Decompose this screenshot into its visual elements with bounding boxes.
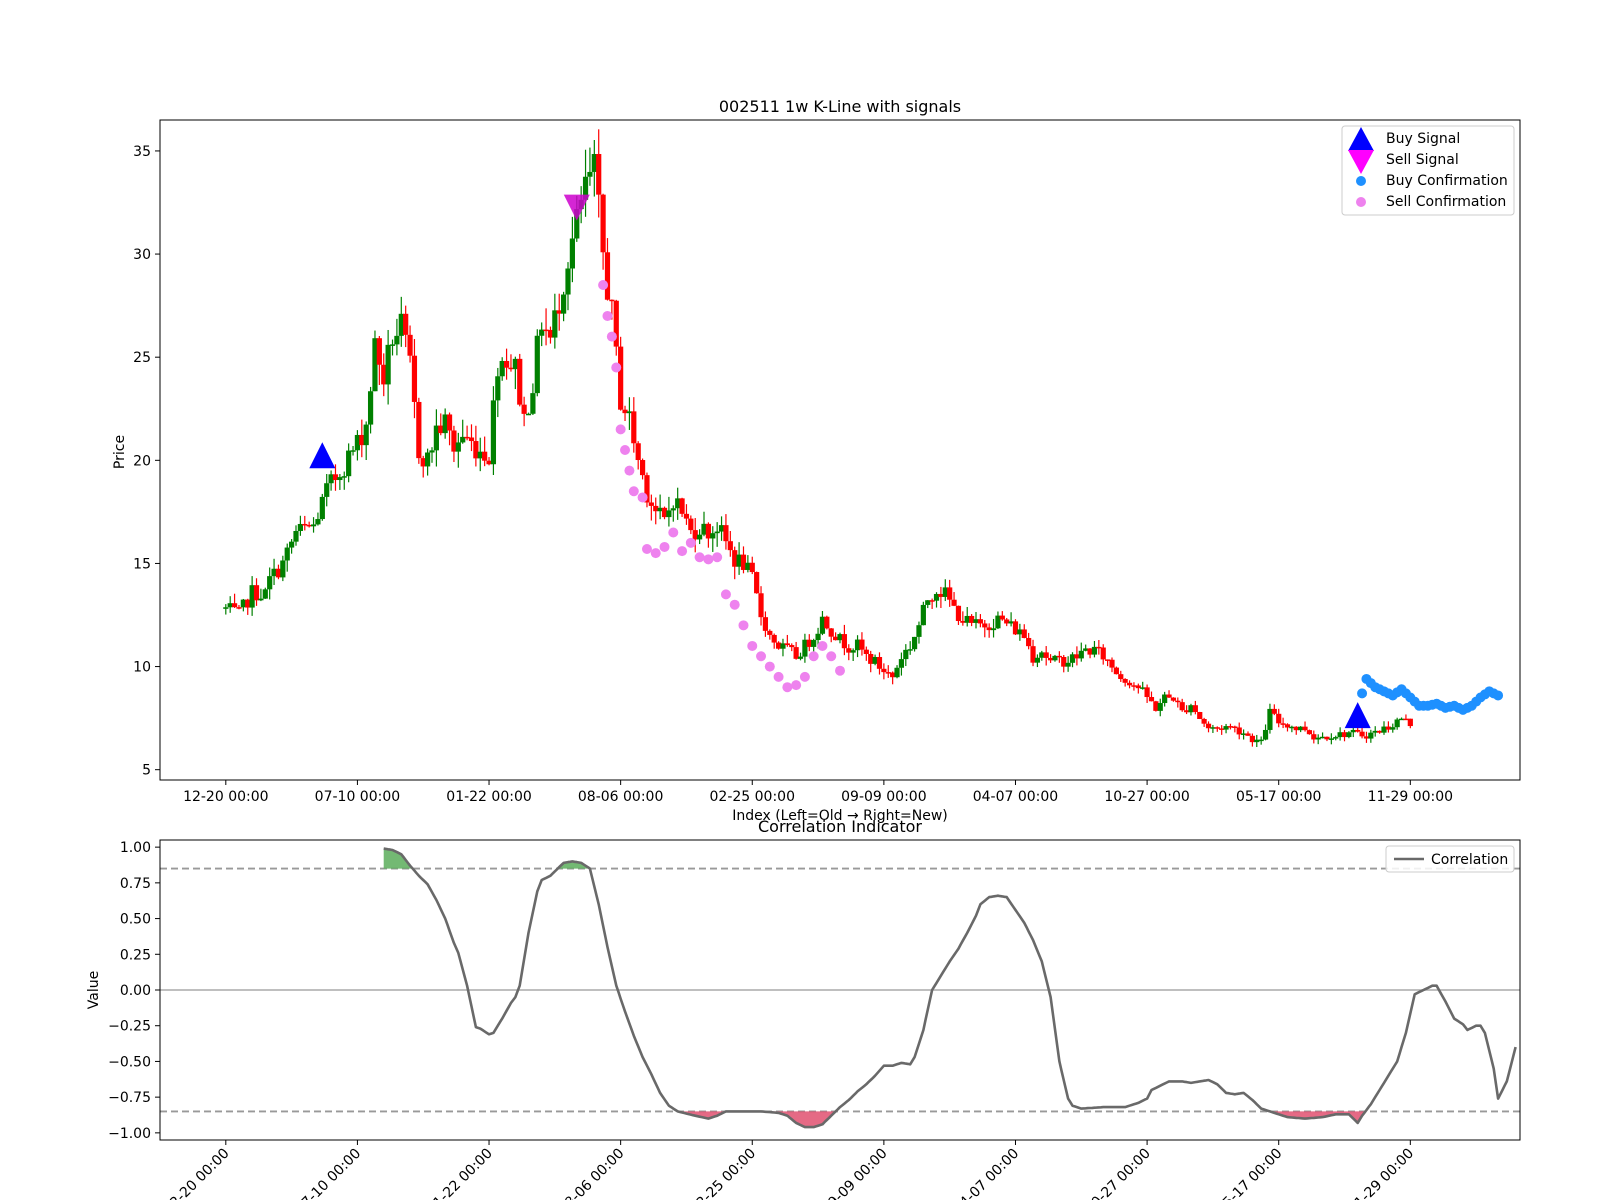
candle [517,353,523,407]
correlation-y-tick-label-8: −1.00 [108,1126,151,1142]
candle [644,472,650,508]
candle [618,336,624,411]
kline-x-tick-label-3: 08-06 00:00 [578,789,663,805]
kline-y-tick-label-2: 15 [133,556,151,572]
sell-confirmation-point [620,445,631,455]
kline-x-tick-label-7: 10-27 00:00 [1104,789,1189,805]
kline-title: 002511 1w K-Line with signals [719,97,961,116]
kline-x-tick-label-2: 01-22 00:00 [446,789,531,805]
candle [1197,711,1203,720]
correlation-title: Correlation Indicator [758,817,922,836]
sell-confirmation-point [808,651,819,662]
buy-confirmation-point [1357,688,1368,699]
correlation-y-tick-label-0: 1.00 [120,840,151,856]
sell-confirmation-point [659,541,670,552]
kline-x-tick-label-4: 02-25 00:00 [710,789,795,805]
candle [319,493,325,521]
sell-confirmation-point [685,537,696,548]
legend-sell-confirmation-marker [1356,197,1366,207]
legend-correlation-label: Correlation [1431,852,1508,868]
sell-confirmation-point [598,280,609,290]
sell-confirmation-point [641,544,652,554]
kline-legend: Buy Signal Sell Signal Buy Confirmation … [1341,125,1515,216]
sell-confirmation-point [668,527,679,538]
sell-confirmation-point [773,671,784,682]
candle [416,397,422,464]
buy-confirmation-point [1493,690,1504,701]
kline-x-tick-label-1: 07-10 00:00 [315,789,400,805]
kline-y-tick-label-1: 10 [133,660,151,676]
candle [1113,666,1119,675]
sell-confirmation-point [611,362,622,373]
correlation-y-tick-label-2: 0.50 [120,912,151,928]
sell-confirmation-point [782,682,793,693]
sell-confirmation-point [791,680,802,691]
figure: 002511 1w K-Line with signals 5 10 15 20 25 3… [0,0,1600,1200]
sell-confirmation-point [835,665,845,676]
correlation-y-tick-label-1: 0.75 [120,876,151,892]
candle [754,571,760,594]
kline-x-tick-label-5: 09-09 00:00 [841,789,926,805]
sell-confirmation-point [606,331,617,342]
kline-y-tick-label-5: 30 [133,247,151,263]
sell-confirmation-point [826,651,837,662]
legend-buy-signal-label: Buy Signal [1386,131,1460,147]
correlation-y-tick-label-5: −0.25 [108,1019,151,1035]
candle [262,587,268,599]
correlation-y-tick-label-6: −0.50 [108,1054,151,1070]
candle [534,329,540,397]
correlation-y-label: Value [86,971,102,1009]
sell-confirmation-point [817,640,828,651]
sell-confirmation-point [756,651,767,662]
legend-buy-confirmation-label: Buy Confirmation [1386,173,1508,189]
sell-confirmation-point [729,599,740,610]
sell-confirmation-point [738,620,749,631]
sell-confirmation-point [637,492,648,503]
sell-confirmation-point [703,554,714,565]
correlation-y-tick-label-3: 0.25 [120,947,151,963]
legend-buy-confirmation-marker [1356,176,1366,186]
sell-confirmation-point [624,465,635,476]
candle [824,615,830,630]
kline-y-label: Price [112,435,128,469]
kline-x-tick-label-8: 05-17 00:00 [1236,789,1321,805]
sell-confirmation-point [615,424,626,435]
sell-confirmation-point [650,548,661,559]
sell-confirmation-point [602,310,613,321]
sell-confirmation-point [764,661,775,672]
kline-x-tick-label-9: 11-29 00:00 [1368,789,1453,805]
correlation-y-tick-label-4: 0.00 [120,983,151,999]
kline-x-tick-label-0: 12-20 00:00 [183,789,268,805]
kline-y-tick-label-0: 5 [142,763,151,779]
legend-sell-signal-label: Sell Signal [1386,152,1459,168]
sell-confirmation-point [720,589,731,600]
legend-sell-confirmation-label: Sell Confirmation [1386,194,1506,210]
correlation-y-tick-label-7: −0.75 [108,1090,151,1106]
sell-confirmation-point [694,552,705,563]
correlation-legend: Correlation [1385,845,1515,873]
sell-confirmation-point [712,552,723,563]
sell-confirmation-point [799,671,810,682]
kline-x-tick-label-6: 04-07 00:00 [973,789,1058,805]
sell-confirmation-point [628,486,639,497]
kline-y-tick-label-3: 20 [133,453,151,469]
sell-confirmation-point [747,640,758,651]
kline-y-tick-label-4: 25 [133,350,151,366]
candle [920,601,926,626]
kline-y-tick-label-6: 35 [133,144,151,160]
candle [1306,729,1313,735]
sell-confirmation-point [677,546,688,557]
